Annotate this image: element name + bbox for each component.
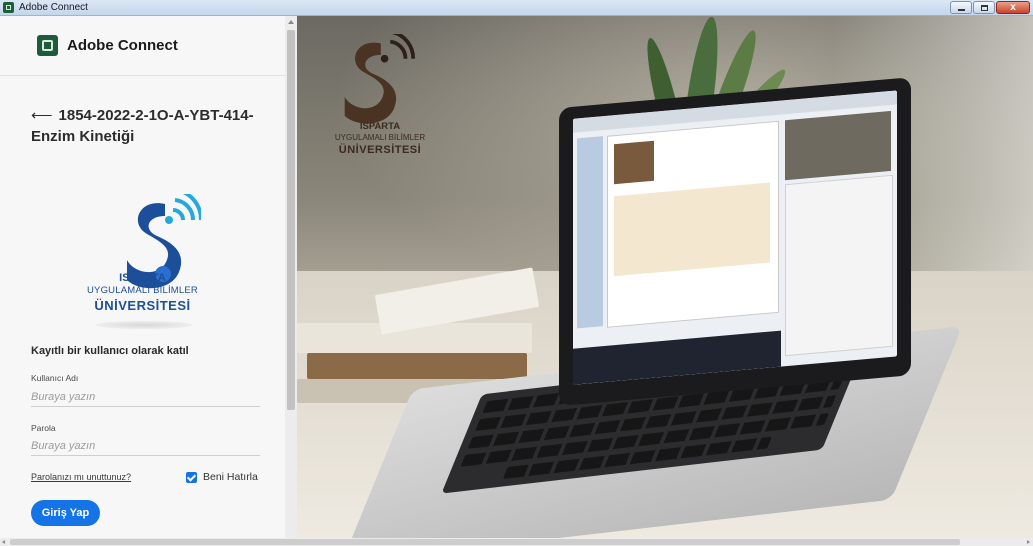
login-heading: Kayıtlı bir kullanıcı olarak katıl (31, 345, 189, 357)
university-name-line3: ÜNİVERSİTESİ (94, 298, 191, 313)
minimize-icon (957, 9, 965, 11)
university-name-line2: UYGULAMALI BİLİMLER (87, 285, 198, 296)
minimize-button[interactable] (950, 1, 972, 14)
brand-name: Adobe Connect (67, 37, 178, 54)
adobe-connect-logo-icon (37, 35, 58, 56)
username-label: Kullanıcı Adı (31, 373, 79, 383)
logo-shadow (96, 321, 192, 329)
checkbox-checked-icon[interactable] (186, 471, 197, 483)
screen-sidebar (577, 136, 603, 329)
close-button[interactable]: x (996, 1, 1030, 14)
screen-slide-image (614, 140, 654, 185)
book (307, 353, 527, 379)
window-title-bar: Adobe Connect x (0, 0, 1033, 16)
remember-me-label: Beni Hatırla (203, 471, 258, 483)
laptop-screen (559, 77, 911, 407)
maximize-icon (980, 4, 988, 11)
scene-university-name-line2: UYGULAMALI BİLİMLER (334, 133, 426, 142)
meeting-title-block: ⟵ 1854-2022-2-1O-A-YBT-414-Enzim Kinetiği (31, 105, 271, 147)
remember-me-checkbox[interactable]: Beni Hatırla (186, 471, 258, 483)
brand-header: Adobe Connect (37, 35, 178, 56)
screen-slide (607, 120, 779, 328)
scene-university-name-line3: ÜNİVERSİTESİ (338, 144, 422, 156)
screen-webcam (785, 110, 891, 181)
login-button[interactable]: Giriş Yap (31, 500, 100, 526)
scroll-up-icon[interactable] (288, 20, 294, 24)
scene-university-logo (337, 30, 447, 134)
meeting-title: 1854-2022-2-1O-A-YBT-414-Enzim Kinetiği (31, 107, 254, 145)
adobe-connect-app-icon (3, 2, 14, 13)
login-panel: Adobe Connect ⟵ 1854-2022-2-1O-A-YBT-414-… (0, 16, 285, 538)
maximize-button[interactable] (973, 1, 995, 14)
window-controls: x (950, 1, 1030, 14)
password-input[interactable] (31, 437, 260, 456)
password-label: Parola (31, 423, 56, 433)
horizontal-scrollbar[interactable] (0, 538, 1033, 546)
forgot-password-link[interactable]: Parolanızı mı unuttunuz? (31, 472, 131, 482)
horizontal-scrollbar-thumb[interactable] (10, 539, 960, 545)
laptop-display (573, 90, 897, 385)
screen-chat (785, 174, 893, 357)
divider (0, 75, 285, 76)
university-logo (92, 169, 201, 339)
panel-scrollbar[interactable] (285, 16, 297, 538)
scroll-left-icon[interactable] (2, 540, 5, 544)
scene-s-emblem-icon (344, 30, 416, 124)
close-icon: x (1010, 2, 1016, 13)
back-arrow-icon[interactable]: ⟵ (31, 107, 53, 124)
window-title: Adobe Connect (19, 2, 88, 13)
screen-taskbar (573, 330, 781, 385)
background-photo: ISPARTA UYGULAMALI BİLİMLER ÜNİVERSİTESİ (297, 16, 1033, 538)
username-input[interactable] (31, 388, 260, 407)
scene-university-name-line1: ISPARTA (359, 121, 401, 132)
screen-slide-text (614, 182, 770, 277)
scroll-right-icon[interactable] (1027, 540, 1030, 544)
scrollbar-thumb[interactable] (287, 30, 295, 410)
university-name-line1: ISPARTA (119, 272, 166, 284)
